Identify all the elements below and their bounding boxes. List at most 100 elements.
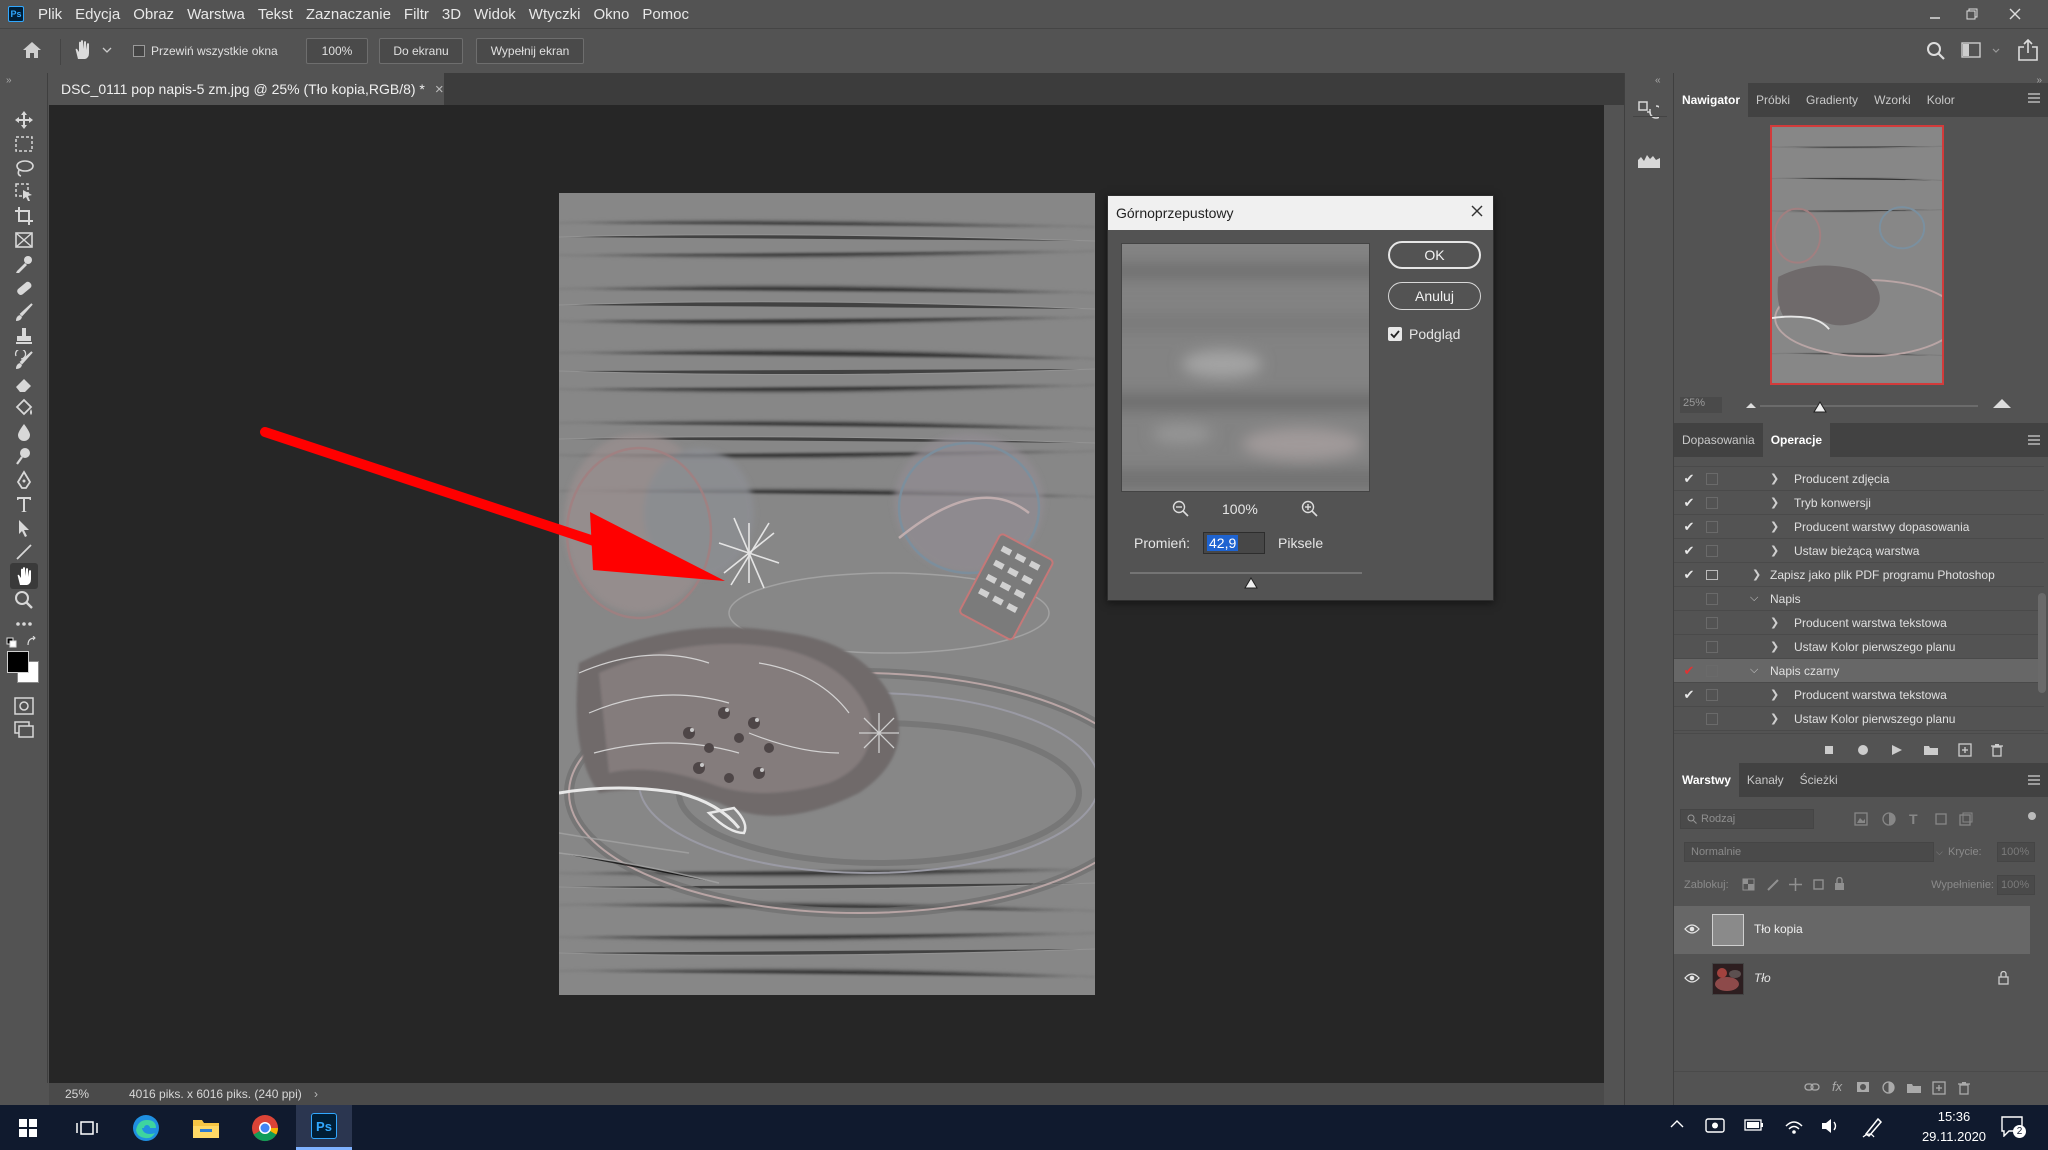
task-view-icon[interactable]	[59, 1105, 115, 1150]
close-window-icon[interactable]	[1995, 0, 2035, 28]
layer-name[interactable]: Tło	[1754, 971, 1771, 985]
clone-stamp-tool-icon[interactable]	[10, 323, 38, 349]
adjustment-layer-icon[interactable]	[1882, 1081, 1895, 1094]
fill-screen-button[interactable]: Wypełnij ekran	[476, 38, 584, 64]
delete-layer-icon[interactable]	[1958, 1081, 1970, 1095]
blend-chevron-icon[interactable]: ⌵	[1936, 847, 1943, 858]
menu-wtyczki[interactable]: Wtyczki	[529, 6, 581, 23]
dialog-title-bar[interactable]: Górnoprzepustowy	[1108, 196, 1493, 230]
navigator-menu-icon[interactable]	[2028, 93, 2040, 103]
action-row[interactable]: ✔ ❯ Producent zdjęcia	[1674, 467, 2044, 491]
pen-tool-icon[interactable]	[10, 467, 38, 493]
record-icon[interactable]	[1857, 744, 1869, 756]
action-row[interactable]: ❯ Producent warstwa tekstowa	[1674, 611, 2044, 635]
tab-gradienty[interactable]: Gradienty	[1798, 83, 1866, 117]
photoshop-taskbar-icon[interactable]: Ps	[296, 1105, 352, 1150]
eraser-tool-icon[interactable]	[10, 371, 38, 397]
navigator-thumbnail[interactable]	[1770, 125, 1944, 385]
lasso-tool-icon[interactable]	[10, 155, 38, 181]
pen-input-icon[interactable]	[1862, 1116, 1884, 1138]
menu-zaznaczanie[interactable]: Zaznaczanie	[306, 6, 391, 23]
new-group-icon[interactable]	[1906, 1082, 1922, 1094]
filter-preview[interactable]	[1121, 243, 1370, 492]
hand-tool-icon[interactable]	[72, 39, 94, 61]
lock-transparent-icon[interactable]	[1742, 878, 1755, 891]
visibility-eye-icon[interactable]	[1684, 972, 1700, 984]
history-panel-icon[interactable]	[1637, 100, 1659, 122]
menu-filtr[interactable]: Filtr	[404, 6, 429, 23]
action-row[interactable]: ❯ Ustaw Kolor pierwszego planu	[1674, 707, 2044, 731]
action-row[interactable]: ❯ Ustaw Kolor pierwszego planu	[1674, 635, 2044, 659]
action-set-row-selected[interactable]: ✔ ⌵ Napis czarny	[1674, 659, 2044, 683]
action-row[interactable]: ✔ ❯ Ustaw bieżącą warstwa	[1674, 539, 2044, 563]
share-icon[interactable]	[2018, 39, 2038, 61]
brush-tool-icon[interactable]	[10, 299, 38, 325]
action-row[interactable]: ✔ ❯ Tryb konwersji	[1674, 491, 2044, 515]
layer-name[interactable]: Tło kopia	[1754, 922, 1803, 936]
zoom-in-icon[interactable]	[1301, 500, 1319, 518]
link-layers-icon[interactable]	[1804, 1082, 1820, 1092]
action-row[interactable]: ✔ ❯ Producent warstwy dopasowania	[1674, 515, 2044, 539]
fill-field[interactable]: 100%	[1997, 875, 2035, 895]
actions-menu-icon[interactable]	[2028, 435, 2040, 445]
navigator-zoom-in-icon[interactable]	[1992, 397, 2012, 409]
workspace-icon[interactable]	[1961, 42, 1981, 58]
filter-pixel-icon[interactable]	[1854, 812, 1868, 826]
object-selection-tool-icon[interactable]	[10, 179, 38, 205]
expand-strip-icon[interactable]: «	[1655, 75, 1661, 86]
taskbar-date[interactable]: 29.11.2020	[1906, 1129, 2002, 1144]
menu-plik[interactable]: Plik	[38, 6, 62, 23]
fit-screen-button[interactable]: Do ekranu	[379, 38, 463, 64]
line-tool-icon[interactable]	[10, 539, 38, 565]
meet-now-icon[interactable]	[1705, 1117, 1725, 1135]
layer-filter-select[interactable]: Rodzaj	[1680, 809, 1814, 829]
search-icon[interactable]	[1926, 41, 1946, 61]
menu-warstwa[interactable]: Warstwa	[187, 6, 245, 23]
eyedropper-tool-icon[interactable]	[10, 251, 38, 277]
tab-probki[interactable]: Próbki	[1748, 83, 1798, 117]
filter-shape-icon[interactable]	[1934, 812, 1948, 826]
stop-icon[interactable]	[1824, 745, 1834, 755]
lock-all-icon[interactable]	[1834, 877, 1845, 891]
default-colors-icon[interactable]	[6, 637, 18, 649]
tab-nawigator[interactable]: Nawigator	[1674, 83, 1749, 117]
marquee-tool-icon[interactable]	[10, 131, 38, 157]
zoom-out-icon[interactable]	[1172, 500, 1190, 518]
home-icon[interactable]	[22, 41, 42, 59]
filter-smart-object-icon[interactable]	[1959, 812, 1973, 826]
delete-action-icon[interactable]	[1991, 743, 2003, 757]
radius-slider-track[interactable]	[1130, 572, 1362, 574]
swap-colors-icon[interactable]	[26, 636, 38, 648]
layer-row-selected[interactable]: Tło kopia	[1674, 906, 2030, 954]
layer-mask-icon[interactable]	[1856, 1081, 1870, 1093]
menu-3d[interactable]: 3D	[442, 6, 461, 23]
path-selection-tool-icon[interactable]	[10, 515, 38, 541]
move-tool-icon[interactable]	[10, 107, 38, 133]
zoom-100-button[interactable]: 100%	[306, 38, 368, 64]
menu-tekst[interactable]: Tekst	[258, 6, 293, 23]
more-tools-icon[interactable]	[10, 611, 38, 637]
notifications-icon[interactable]: 2	[2001, 1115, 2026, 1138]
paint-bucket-tool-icon[interactable]	[10, 395, 38, 421]
windows-start-icon[interactable]	[0, 1105, 56, 1150]
edge-browser-icon[interactable]	[118, 1105, 174, 1150]
crop-tool-icon[interactable]	[10, 203, 38, 229]
filter-type-icon[interactable]: T	[1909, 811, 1918, 827]
tab-operacje[interactable]: Operacje	[1762, 423, 1831, 457]
scroll-all-checkbox[interactable]	[133, 45, 145, 57]
blur-tool-icon[interactable]	[10, 419, 38, 445]
zoom-tool-icon[interactable]	[10, 587, 38, 613]
collapse-tools-icon[interactable]: »	[6, 75, 12, 86]
action-row[interactable]: ✔ ❯ Zapisz jako plik PDF programu Photosho…	[1674, 563, 2044, 587]
menu-obraz[interactable]: Obraz	[133, 6, 174, 23]
close-tab-icon[interactable]: ×	[435, 81, 444, 98]
tab-wzorki[interactable]: Wzorki	[1866, 83, 1919, 117]
tab-sciezki[interactable]: Ścieżki	[1792, 763, 1846, 797]
menu-pomoc[interactable]: Pomoc	[642, 6, 689, 23]
navigator-zoom-thumb[interactable]	[1813, 401, 1827, 413]
lock-artboard-icon[interactable]	[1812, 878, 1825, 891]
chrome-icon[interactable]	[237, 1105, 293, 1150]
wifi-icon[interactable]	[1784, 1117, 1804, 1135]
blend-mode-select[interactable]: Normalnie	[1684, 842, 1934, 862]
screen-mode-icon[interactable]	[10, 717, 38, 743]
